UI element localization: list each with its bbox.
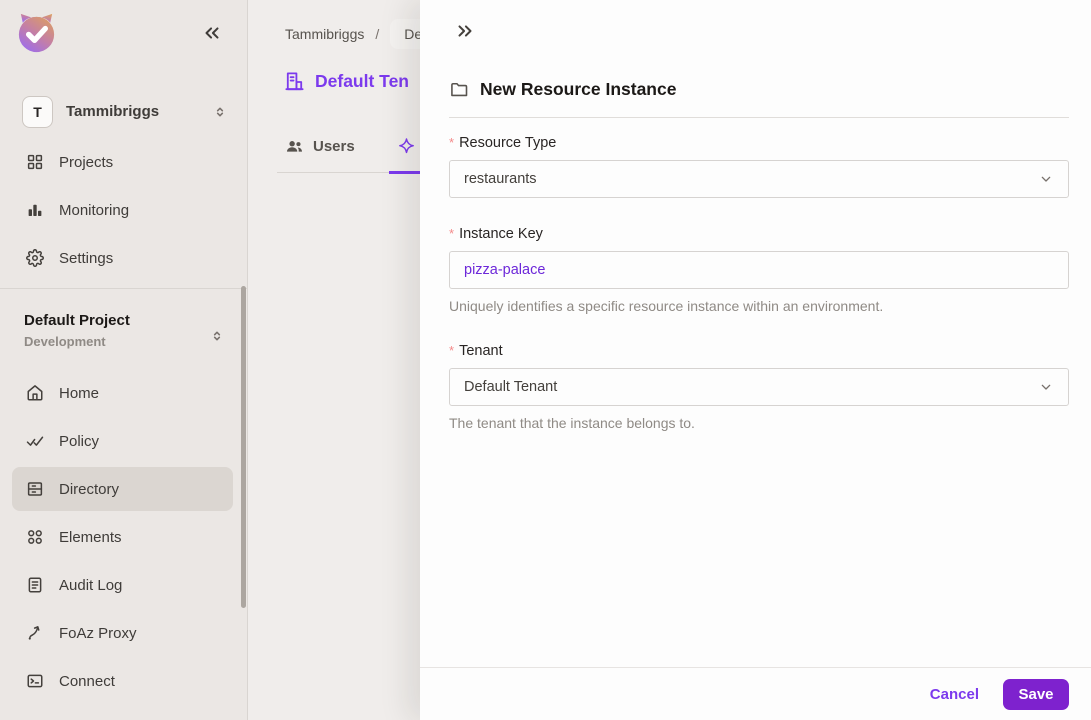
building-icon: [283, 70, 306, 93]
sidebar-scrollbar[interactable]: [241, 286, 246, 608]
sidebar-item-policy[interactable]: Policy: [12, 419, 233, 463]
environment-name: Development: [24, 334, 106, 349]
sidebar-item-projects[interactable]: Projects: [12, 140, 233, 184]
collapse-sidebar-icon[interactable]: [201, 22, 223, 44]
sidebar-item-label: Elements: [59, 528, 122, 546]
breadcrumb: Tammibriggs / De: [285, 19, 437, 49]
resource-type-label: * Resource Type: [449, 135, 557, 151]
workspace-avatar: T: [22, 95, 53, 128]
resource-type-value: restaurants: [464, 171, 537, 187]
sidebar-item-foaz-proxy[interactable]: FoAz Proxy: [12, 611, 233, 655]
cancel-button[interactable]: Cancel: [930, 686, 979, 703]
tenant-value: Default Tenant: [464, 379, 558, 395]
breadcrumb-separator: /: [375, 26, 380, 42]
app-window: T Tammibriggs Projects Monitoring Settin…: [0, 0, 1091, 720]
chevron-updown-icon: [209, 328, 225, 344]
tenant-select[interactable]: Default Tenant: [449, 368, 1069, 406]
field-tenant: * Tenant Default Tenant The tenant that …: [449, 343, 1069, 431]
document-icon: [26, 576, 44, 594]
tenant-label: * Tenant: [449, 343, 503, 359]
sidebar-item-audit-log[interactable]: Audit Log: [12, 563, 233, 607]
field-resource-type: * Resource Type restaurants: [449, 135, 1069, 198]
tab-label: Users: [313, 138, 355, 155]
sidebar-item-home[interactable]: Home: [12, 371, 233, 415]
save-button[interactable]: Save: [1003, 678, 1069, 710]
required-asterisk: *: [449, 135, 455, 150]
tab-users[interactable]: Users: [277, 128, 363, 174]
sidebar-divider: [0, 288, 247, 289]
required-asterisk: *: [449, 226, 455, 241]
sidebar: T Tammibriggs Projects Monitoring Settin…: [0, 0, 248, 720]
new-resource-instance-panel: New Resource Instance * Resource Type re…: [420, 0, 1091, 720]
chevron-down-icon: [1038, 379, 1054, 395]
panel-footer: Cancel Save: [420, 667, 1091, 720]
page-title: Default Ten: [283, 70, 409, 93]
project-name: Default Project: [24, 312, 130, 329]
gear-icon: [26, 249, 44, 267]
sidebar-nav-main: Home Policy Directory Elements Audit Log…: [12, 371, 233, 707]
resource-type-select[interactable]: restaurants: [449, 160, 1069, 198]
panel-header: New Resource Instance: [449, 79, 676, 100]
sidebar-item-settings[interactable]: Settings: [12, 236, 233, 280]
bar-chart-icon: [26, 201, 44, 219]
tab-resource-instances[interactable]: [388, 128, 424, 174]
cabinet-icon: [26, 480, 44, 498]
panel-divider: [449, 117, 1069, 118]
breadcrumb-root[interactable]: Tammibriggs: [285, 26, 364, 42]
sidebar-item-monitoring[interactable]: Monitoring: [12, 188, 233, 232]
users-icon: [285, 137, 304, 156]
instance-key-helper: Uniquely identifies a specific resource …: [449, 298, 884, 314]
sidebar-item-directory[interactable]: Directory: [12, 467, 233, 511]
sidebar-item-label: Monitoring: [59, 201, 130, 219]
permit-logo-icon: [13, 9, 60, 56]
chevron-down-icon: [1038, 171, 1054, 187]
sidebar-nav-top: Projects Monitoring Settings: [12, 140, 233, 284]
sidebar-item-elements[interactable]: Elements: [12, 515, 233, 559]
circles-grid-icon: [26, 528, 44, 546]
sidebar-item-label: FoAz Proxy: [59, 624, 137, 642]
field-instance-key: * Instance Key Uniquely identifies a spe…: [449, 226, 1069, 314]
sidebar-item-label: Connect: [59, 672, 115, 690]
sidebar-item-label: Settings: [59, 249, 114, 267]
workspace-switcher[interactable]: T Tammibriggs: [22, 95, 228, 128]
panel-title: New Resource Instance: [480, 79, 677, 99]
sidebar-item-label: Directory: [59, 480, 120, 498]
workspace-name: Tammibriggs: [66, 103, 160, 120]
tenant-helper: The tenant that the instance belongs to.: [449, 415, 695, 431]
sidebar-item-label: Policy: [59, 432, 100, 450]
terminal-icon: [26, 672, 44, 690]
sidebar-item-label: Home: [59, 384, 100, 402]
expand-panel-icon[interactable]: [454, 20, 476, 42]
instance-key-label: * Instance Key: [449, 226, 543, 242]
sidebar-item-label: Projects: [59, 153, 114, 171]
page-title-text: Default Ten: [315, 71, 409, 91]
curved-arrow-icon: [26, 624, 44, 642]
folder-icon: [449, 80, 469, 100]
required-asterisk: *: [449, 343, 455, 358]
resource-instance-form: * Resource Type restaurants * Instance K…: [449, 135, 1069, 431]
chevron-updown-icon: [212, 104, 228, 120]
grid-icon: [26, 153, 44, 171]
double-check-icon: [26, 432, 44, 450]
sparkle-icon: [397, 137, 416, 156]
project-switcher[interactable]: Default Project Development: [24, 312, 227, 349]
instance-key-input[interactable]: [449, 251, 1069, 289]
sidebar-item-connect[interactable]: Connect: [12, 659, 233, 703]
sidebar-item-label: Audit Log: [59, 576, 123, 594]
home-icon: [26, 384, 44, 402]
